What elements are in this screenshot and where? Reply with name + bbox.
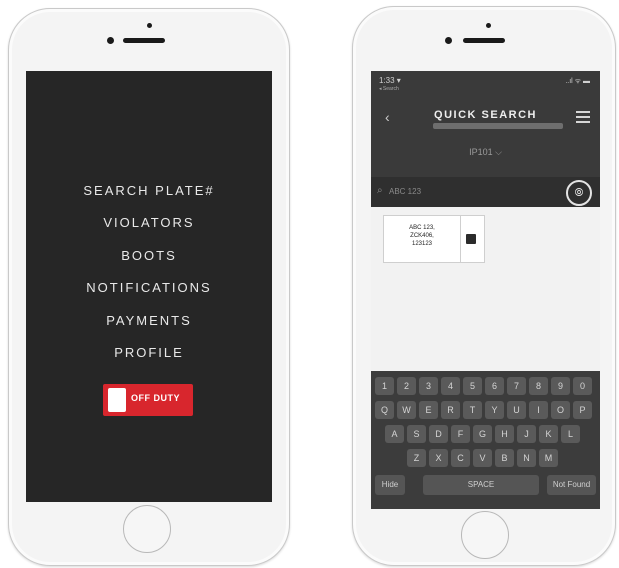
key-k[interactable]: K (539, 425, 558, 443)
not-found-key[interactable]: Not Found (547, 475, 596, 495)
key-l[interactable]: L (561, 425, 580, 443)
menu-item-search-plate[interactable]: SEARCH PLATE# (26, 183, 272, 198)
front-camera (107, 37, 114, 44)
key-t[interactable]: T (463, 401, 482, 419)
key-s[interactable]: S (407, 425, 426, 443)
key-0[interactable]: 0 (573, 377, 592, 395)
home-button[interactable] (123, 505, 171, 553)
key-a[interactable]: A (385, 425, 404, 443)
keyboard-row-numbers: 1234567890 (371, 377, 600, 397)
key-v[interactable]: V (473, 449, 492, 467)
menu-item-payments[interactable]: PAYMENTS (26, 313, 272, 328)
hide-keyboard-key[interactable]: Hide (375, 475, 405, 495)
result-plates: ABC 123, ZCK406, 123123 (386, 224, 458, 248)
key-x[interactable]: X (429, 449, 448, 467)
menu-item-violators[interactable]: VIOLATORS (26, 215, 272, 230)
key-z[interactable]: Z (407, 449, 426, 467)
menu-item-profile[interactable]: PROFILE (26, 345, 272, 360)
key-h[interactable]: H (495, 425, 514, 443)
key-f[interactable]: F (451, 425, 470, 443)
key-i[interactable]: I (529, 401, 548, 419)
toggle-knob (108, 388, 126, 412)
status-indicators: ..ıl ᯤ ▬ (565, 78, 590, 85)
key-c[interactable]: C (451, 449, 470, 467)
keyboard-row-qwerty: QWERTYUIOP (371, 401, 600, 421)
keyboard: 1234567890 QWERTYUIOP ASDFGHJKL ZXCVBNM … (371, 371, 600, 509)
menu-item-boots[interactable]: BOOTS (26, 248, 272, 263)
key-1[interactable]: 1 (375, 377, 394, 395)
search-bar[interactable]: ⌕ ABC 123 ⦾ (371, 177, 600, 207)
duty-toggle[interactable]: OFF DUTY (103, 384, 193, 416)
keyboard-row-asdf: ASDFGHJKL (371, 425, 600, 445)
space-key[interactable]: SPACE (423, 475, 539, 495)
main-menu-screen: SEARCH PLATE# VIOLATORS BOOTS NOTIFICATI… (26, 71, 272, 502)
key-m[interactable]: M (539, 449, 558, 467)
result-divider (460, 216, 461, 262)
hamburger-menu-icon[interactable] (576, 111, 590, 126)
zone-selector[interactable]: IP101 ⌵ (371, 147, 600, 158)
result-card[interactable]: ABC 123, ZCK406, 123123 (383, 215, 485, 263)
right-phone-frame: 1:33 ▾ ◂ Search ..ıl ᯤ ▬ ‹ QUICK SEARCH … (352, 6, 616, 566)
key-n[interactable]: N (517, 449, 536, 467)
key-o[interactable]: O (551, 401, 570, 419)
front-camera (445, 37, 452, 44)
key-y[interactable]: Y (485, 401, 504, 419)
key-b[interactable]: B (495, 449, 514, 467)
left-phone-frame: SEARCH PLATE# VIOLATORS BOOTS NOTIFICATI… (8, 8, 290, 566)
app-header: 1:33 ▾ ◂ Search ..ıl ᯤ ▬ ‹ QUICK SEARCH … (371, 71, 600, 177)
quick-search-screen: 1:33 ▾ ◂ Search ..ıl ᯤ ▬ ‹ QUICK SEARCH … (371, 71, 600, 509)
camera-scan-icon[interactable]: ⦾ (566, 180, 592, 206)
key-e[interactable]: E (419, 401, 438, 419)
key-4[interactable]: 4 (441, 377, 460, 395)
key-2[interactable]: 2 (397, 377, 416, 395)
page-title: QUICK SEARCH (434, 109, 537, 121)
key-8[interactable]: 8 (529, 377, 548, 395)
key-w[interactable]: W (397, 401, 416, 419)
key-q[interactable]: Q (375, 401, 394, 419)
subtitle-bar (433, 123, 563, 129)
search-icon: ⌕ (377, 185, 383, 196)
menu-item-notifications[interactable]: NOTIFICATIONS (26, 280, 272, 295)
status-time: 1:33 ▾ (379, 76, 401, 85)
earpiece-speaker (463, 38, 505, 43)
key-d[interactable]: D (429, 425, 448, 443)
key-r[interactable]: R (441, 401, 460, 419)
key-g[interactable]: G (473, 425, 492, 443)
duty-toggle-label: OFF DUTY (131, 393, 180, 403)
key-3[interactable]: 3 (419, 377, 438, 395)
key-5[interactable]: 5 (463, 377, 482, 395)
proximity-sensor (147, 23, 152, 28)
key-6[interactable]: 6 (485, 377, 504, 395)
key-u[interactable]: U (507, 401, 526, 419)
note-icon[interactable] (466, 234, 476, 244)
key-7[interactable]: 7 (507, 377, 526, 395)
result-plates-text: ABC 123, ZCK406, 123123 (409, 225, 435, 247)
earpiece-speaker (123, 38, 165, 43)
key-p[interactable]: P (573, 401, 592, 419)
keyboard-row-function: Hide SPACE Not Found (371, 475, 600, 495)
key-j[interactable]: J (517, 425, 536, 443)
home-button[interactable] (461, 511, 509, 559)
proximity-sensor (486, 23, 491, 28)
key-9[interactable]: 9 (551, 377, 570, 395)
keyboard-row-zxcv: ZXCVBNM (371, 449, 600, 469)
search-input[interactable]: ABC 123 (389, 187, 421, 196)
status-back-app[interactable]: ◂ Search (379, 86, 399, 92)
